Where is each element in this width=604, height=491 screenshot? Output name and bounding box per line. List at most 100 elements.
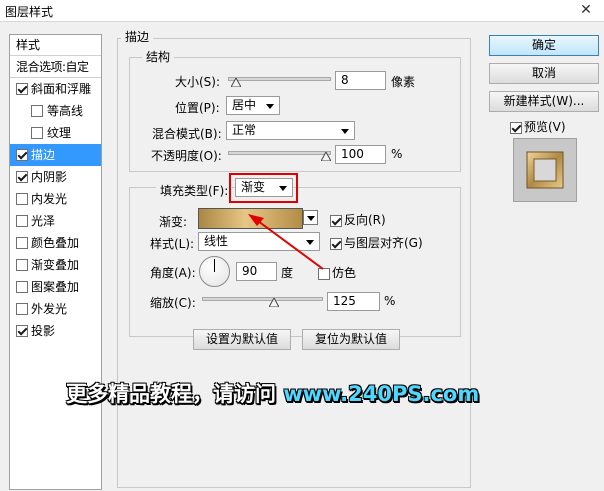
style-item-checkbox[interactable] [16,215,28,227]
chevron-down-icon [306,240,314,245]
scale-input[interactable]: 125 [327,292,380,311]
size-slider-thumb[interactable] [231,78,241,87]
gradient-style-select[interactable]: 线性 [198,232,320,251]
close-icon[interactable]: ✕ [574,2,598,19]
angle-input[interactable]: 90 [236,262,277,281]
style-item-checkbox[interactable] [16,259,28,271]
style-item-checkbox[interactable] [16,281,28,293]
style-list: 样式 混合选项:自定 斜面和浮雕等高线纹理描边内阴影内发光光泽颜色叠加渐变叠加图… [9,34,102,490]
blend-mode-select[interactable]: 正常 [226,121,355,140]
title-bar: 图层样式 ✕ [0,0,604,22]
gradient-swatch[interactable] [198,208,303,229]
style-item-checkbox[interactable] [16,83,28,95]
style-item-checkbox[interactable] [16,193,28,205]
style-item[interactable]: 斜面和浮雕 [10,78,101,100]
reverse-checkbox-box[interactable] [330,214,342,227]
style-item[interactable]: 等高线 [10,100,101,122]
cancel-button[interactable]: 取消 [489,63,599,84]
chevron-down-icon [279,186,287,191]
style-item-label: 纹理 [47,126,72,140]
preview-label: 预览(V) [524,120,566,134]
ok-button[interactable]: 确定 [489,35,599,56]
scale-slider[interactable] [202,295,323,307]
style-list-header[interactable]: 样式 [10,35,101,56]
gold-frame-preview-icon [526,151,564,189]
style-item-checkbox[interactable] [16,237,28,249]
size-label: 大小(S): [175,75,221,89]
size-slider[interactable] [228,75,331,87]
stroke-section-title: 描边 [121,28,154,45]
opacity-unit: % [391,147,403,161]
style-item-checkbox[interactable] [31,105,43,117]
opacity-input[interactable]: 100 [335,145,386,164]
style-item[interactable]: 外发光 [10,298,101,320]
style-item-checkbox[interactable] [16,171,28,183]
window-title: 图层样式 [5,5,54,19]
style-item-label: 描边 [31,148,56,162]
gradient-style-value: 线性 [204,234,229,248]
style-item-label: 内阴影 [31,170,68,184]
style-item[interactable]: 图案叠加 [10,276,101,298]
dither-checkbox[interactable]: 仿色 [318,264,356,281]
style-item-label: 光泽 [31,214,56,228]
reset-default-button[interactable]: 复位为默认值 [302,329,400,350]
watermark-text: 更多精品教程，请访问 www.240PS.com [66,378,479,408]
structure-title: 结构 [142,48,175,65]
style-item-label: 渐变叠加 [31,258,80,272]
style-item[interactable]: 颜色叠加 [10,232,101,254]
style-item-label: 内发光 [31,192,68,206]
angle-unit: 度 [281,266,294,280]
style-item-checkbox[interactable] [31,127,43,139]
blend-mode-label: 混合模式(B): [152,127,222,141]
scale-unit: % [384,294,396,308]
set-default-button[interactable]: 设置为默认值 [193,329,291,350]
preview-checkbox[interactable]: 预览(V) [510,118,566,135]
scale-label: 缩放(C): [150,296,196,310]
dither-checkbox-box[interactable] [318,267,330,280]
style-item-label: 投影 [31,324,56,338]
style-item[interactable]: 内阴影 [10,166,101,188]
size-input[interactable]: 8 [335,71,386,90]
angle-needle [214,259,215,272]
watermark-label: 更多精品教程，请访问 [66,382,284,406]
preview-checkbox-box[interactable] [510,121,522,134]
style-item[interactable]: 光泽 [10,210,101,232]
style-item-checkbox[interactable] [16,303,28,315]
angle-dial[interactable] [199,256,230,287]
opacity-slider-thumb[interactable] [321,152,331,161]
style-item-label: 颜色叠加 [31,236,80,250]
size-unit: 像素 [391,75,416,89]
reverse-checkbox[interactable]: 反向(R) [330,211,386,228]
align-label: 与图层对齐(G) [344,236,423,250]
fill-type-value: 渐变 [241,180,266,194]
style-item-label: 外发光 [31,302,68,316]
layer-style-dialog: 样式 混合选项:自定 斜面和浮雕 等高线 纹理 描边 内阴影 内发光 光泽 颜色叠加 渐变叠加图… [0,22,604,491]
position-select[interactable]: 居中 [226,96,280,115]
blend-options-item[interactable]: 混合选项:自定 [10,56,101,78]
style-item[interactable]: 投影 [10,320,101,342]
style-item[interactable]: 内发光 [10,188,101,210]
chevron-down-icon [266,104,274,109]
style-item-checkbox[interactable] [16,149,28,161]
style-item[interactable]: 渐变叠加 [10,254,101,276]
scale-slider-thumb[interactable] [269,298,279,307]
opacity-slider[interactable] [228,149,331,161]
style-preview-thumbnail [513,138,577,202]
gradient-label: 渐变: [159,215,188,229]
new-style-button[interactable]: 新建样式(W)... [489,91,599,112]
style-item-checkbox[interactable] [16,325,28,337]
style-item-label: 等高线 [47,104,84,118]
style-item[interactable]: 纹理 [10,122,101,144]
fill-type-select[interactable]: 渐变 [235,178,293,197]
position-label: 位置(P): [175,101,220,115]
style-item[interactable]: 描边 [10,144,101,166]
gradient-style-label: 样式(L): [150,237,195,251]
style-item-label: 图案叠加 [31,280,80,294]
blend-mode-value: 正常 [232,123,257,137]
gradient-picker-arrow[interactable] [303,210,318,225]
position-value: 居中 [232,98,257,112]
align-with-layer-checkbox[interactable]: 与图层对齐(G) [330,234,423,251]
angle-label: 角度(A): [150,266,196,280]
align-checkbox-box[interactable] [330,237,342,250]
chevron-down-icon [341,129,349,134]
